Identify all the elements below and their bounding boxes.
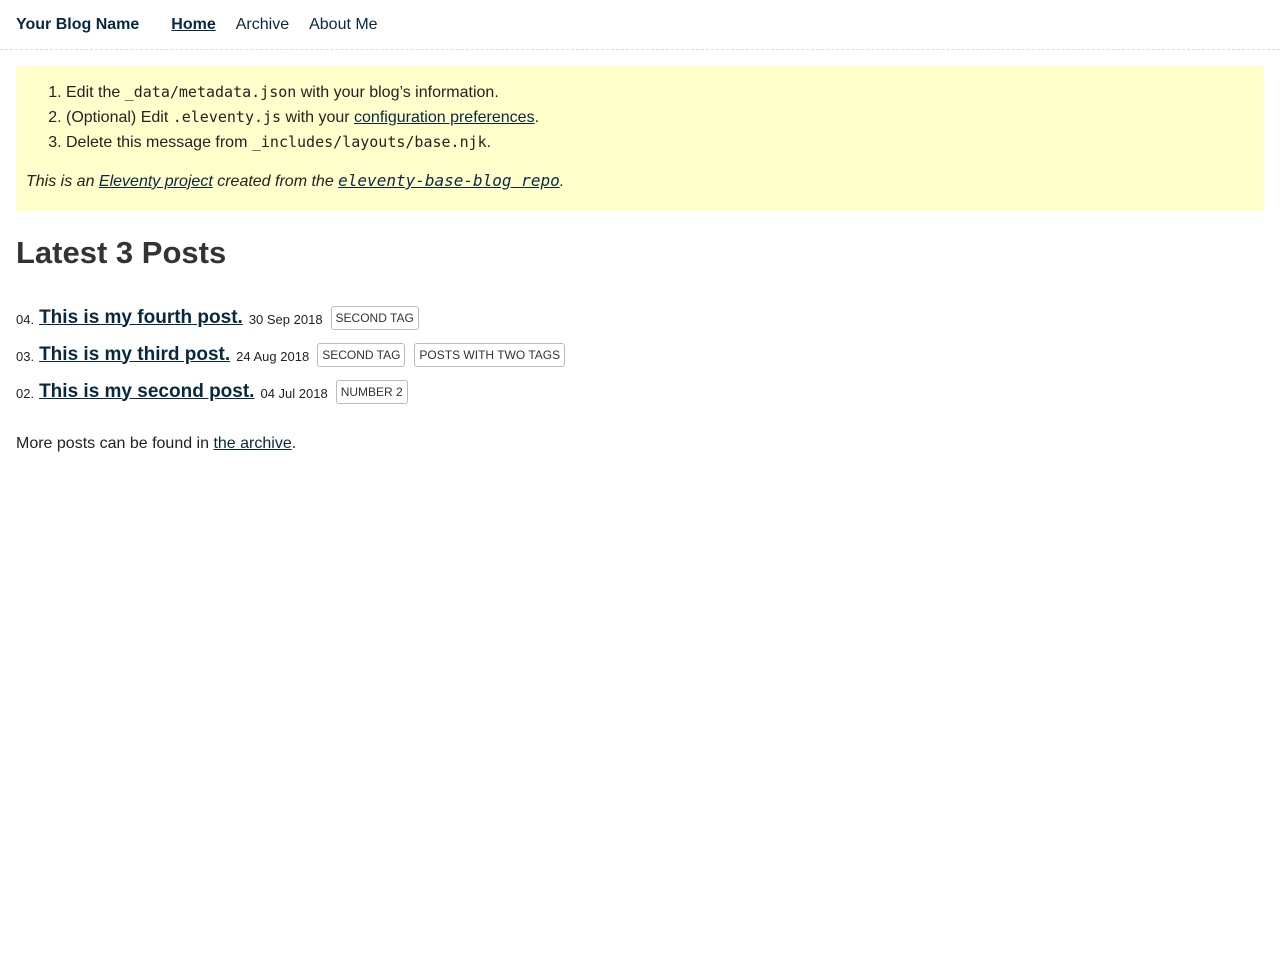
setup-step-1: Edit the _data/metadata.json with your b… xyxy=(66,80,1254,105)
more-posts-text: More posts can be found in the archive. xyxy=(16,435,1264,453)
eleventy-base-blog-repo-link[interactable]: eleventy-base-blog repo xyxy=(338,171,560,190)
step-text: (Optional) Edit xyxy=(66,109,173,126)
note-text: This is an xyxy=(26,173,99,190)
step-text: Delete this message from xyxy=(66,134,252,151)
step-text: . xyxy=(486,134,492,151)
post-number: 02. xyxy=(16,386,35,401)
page-title: Latest 3 Posts xyxy=(16,235,227,270)
post-title-link[interactable]: This is my third post. xyxy=(39,344,230,366)
project-note: This is an Eleventy project created from… xyxy=(26,171,1254,192)
setup-step-3: Delete this message from _includes/layou… xyxy=(66,130,1254,155)
post-title-link[interactable]: This is my fourth post. xyxy=(39,307,243,329)
configuration-preferences-link[interactable]: configuration preferences xyxy=(354,109,535,126)
note-text: created from the xyxy=(212,173,339,190)
nav-item-home[interactable]: Home xyxy=(171,16,215,34)
post-tag-link[interactable]: number 2 xyxy=(335,379,408,404)
post-number: 04. xyxy=(16,312,35,327)
post-list-item: 02. This is my second post. 04 Jul 2018 … xyxy=(16,373,1264,410)
more-text: . xyxy=(291,435,297,452)
nav-item-about-me[interactable]: About Me xyxy=(309,16,377,34)
step-text: with your blog’s information. xyxy=(296,84,499,101)
eleventy-config-code: .eleventy.js xyxy=(172,108,282,126)
post-date: 30 Sep 2018 xyxy=(248,312,323,327)
post-list-item: 03. This is my third post. 24 Aug 2018 s… xyxy=(16,336,1264,373)
post-tag-link[interactable]: second tag xyxy=(330,305,419,330)
post-list-item: 04. This is my fourth post. 30 Sep 2018 … xyxy=(16,299,1264,336)
metadata-path-code: _data/metadata.json xyxy=(124,83,297,101)
post-tag-link[interactable]: posts with two tags xyxy=(414,342,566,367)
step-text: with your xyxy=(281,109,355,126)
setup-notice: Edit the _data/metadata.json with your b… xyxy=(16,66,1264,211)
nav-item-archive[interactable]: Archive xyxy=(236,16,289,34)
base-layout-path-code: _includes/layouts/base.njk xyxy=(251,133,487,151)
post-number: 03. xyxy=(16,349,35,364)
post-date: 04 Jul 2018 xyxy=(260,386,328,401)
main-content: Edit the _data/metadata.json with your b… xyxy=(0,50,1280,453)
main-nav: Home Archive About Me xyxy=(171,16,397,34)
site-header: Your Blog Name Home Archive About Me xyxy=(0,0,1280,50)
post-title-link[interactable]: This is my second post. xyxy=(39,381,254,403)
eleventy-project-link[interactable]: Eleventy project xyxy=(99,173,213,190)
note-text: . xyxy=(559,173,565,190)
post-tag-link[interactable]: second tag xyxy=(317,342,406,367)
site-title-link[interactable]: Your Blog Name xyxy=(16,16,139,34)
archive-link[interactable]: the archive xyxy=(213,435,291,452)
step-text: . xyxy=(534,109,540,126)
post-list: 04. This is my fourth post. 30 Sep 2018 … xyxy=(16,299,1264,410)
more-text: More posts can be found in xyxy=(16,435,214,452)
step-text: Edit the xyxy=(66,84,125,101)
post-date: 24 Aug 2018 xyxy=(236,349,310,364)
setup-steps: Edit the _data/metadata.json with your b… xyxy=(26,80,1254,155)
setup-step-2: (Optional) Edit .eleventy.js with your c… xyxy=(66,105,1254,130)
